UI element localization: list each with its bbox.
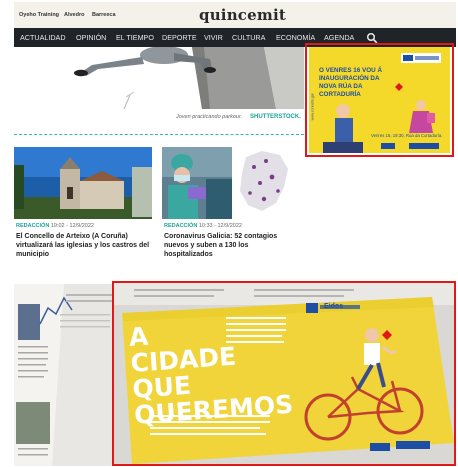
article-thumbnail-map[interactable] — [232, 147, 292, 219]
article-1-title[interactable]: El Concello de Arteixo (A Coruña) virtua… — [16, 232, 154, 259]
article-1-date: 19:02 - 12/9/2022 — [50, 223, 94, 229]
top-bar: Oyeho Training Alvedro Barreeca quincemi… — [14, 2, 456, 28]
nav-item-deporte[interactable]: DEPORTE — [162, 33, 197, 42]
hero-image[interactable] — [14, 47, 304, 109]
article-thumbnail-church[interactable] — [14, 147, 152, 219]
nav-item-agenda[interactable]: AGENDA — [324, 33, 354, 42]
nav-item-vivir[interactable]: VIVIR — [204, 33, 223, 42]
print-ad-highlight[interactable]: A CIDADE QUE QUEREMOS Eidos — [112, 281, 456, 466]
nav-item-el-tiempo[interactable]: EL TIEMPO — [116, 33, 154, 42]
topbar-link-1[interactable]: Oyeho Training — [19, 12, 59, 18]
nav-item-actualidad[interactable]: ACTUALIDAD — [20, 33, 66, 42]
article-2-meta: REDACCIÓN 10:33 - 12/9/2022 — [164, 223, 242, 229]
print-ad-headline: A CIDADE QUE QUEREMOS — [127, 321, 295, 430]
hero-credit: SHUTTERSTOCK. — [250, 114, 301, 120]
print-ad-brand: Eidos — [324, 303, 344, 310]
ad-side-text: www.concello.gal — [310, 93, 315, 121]
ad-banner-highlight[interactable]: O VENRES 16 VOU Á INAUGURACIÓN DA NOVA R… — [305, 43, 454, 157]
newspaper-page-left — [14, 284, 118, 466]
topbar-link-3[interactable]: Barreeca — [92, 12, 116, 18]
hero-caption: Joven practicando parkour. — [176, 114, 243, 120]
article-1-source: REDACCIÓN — [16, 223, 50, 229]
article-2-source: REDACCIÓN — [164, 223, 198, 229]
topbar-link-2[interactable]: Alvedro — [64, 12, 84, 18]
article-2-date: 10:33 - 12/9/2022 — [198, 223, 242, 229]
article-2-title[interactable]: Coronavirus Galicia: 52 contagios nuevos… — [164, 232, 296, 259]
article-thumbnail-covid[interactable] — [162, 147, 232, 219]
article-1-meta: REDACCIÓN 19:02 - 12/9/2022 — [16, 223, 94, 229]
nav-item-opinion[interactable]: OPINIÓN — [76, 33, 106, 42]
site-logo[interactable]: quincemit — [199, 6, 286, 24]
ad-date-line: Venres 16, 19:30, Rúa da Cortaduría. — [371, 133, 443, 138]
ad-banner[interactable]: O VENRES 16 VOU Á INAUGURACIÓN DA NOVA R… — [309, 47, 450, 153]
ad-headline: O VENRES 16 VOU Á INAUGURACIÓN DA NOVA R… — [319, 67, 382, 98]
section-divider — [14, 134, 304, 135]
nav-item-cultura[interactable]: CULTURA — [232, 33, 265, 42]
nav-item-economia[interactable]: ECONOMÍA — [276, 33, 315, 42]
